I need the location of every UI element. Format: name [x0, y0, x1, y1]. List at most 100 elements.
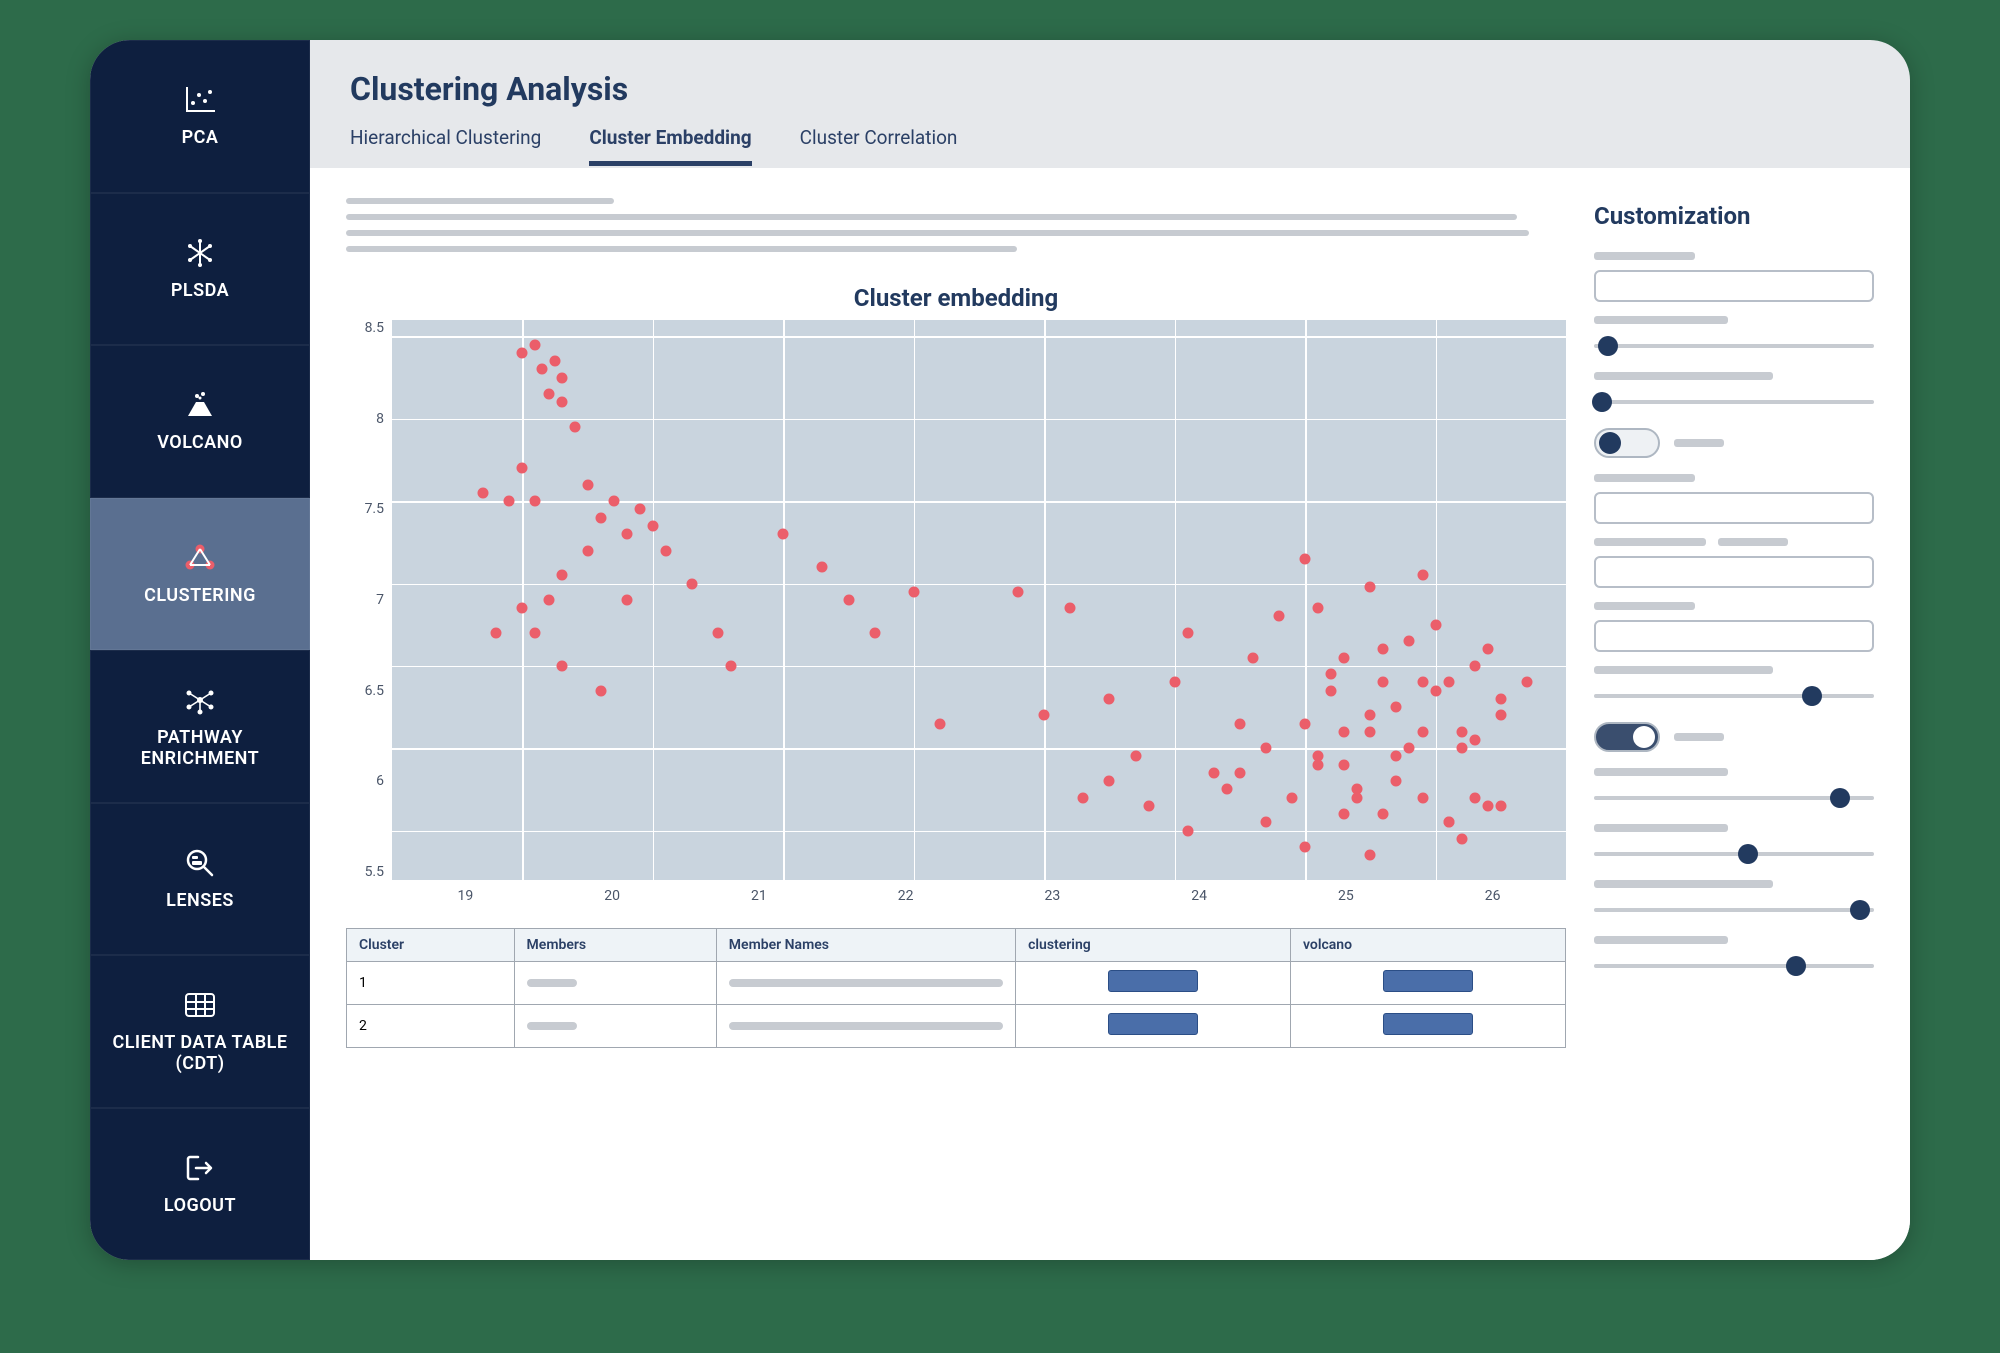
scatter-point[interactable]: [582, 479, 593, 490]
scatter-point[interactable]: [817, 562, 828, 573]
scatter-point[interactable]: [1456, 833, 1467, 844]
scatter-point[interactable]: [1365, 850, 1376, 861]
scatter-point[interactable]: [595, 512, 606, 523]
scatter-point[interactable]: [582, 545, 593, 556]
scatter-point[interactable]: [1326, 685, 1337, 696]
slider[interactable]: [1594, 842, 1874, 866]
scatter-point[interactable]: [530, 339, 541, 350]
scatter-point[interactable]: [1339, 726, 1350, 737]
scatter-point[interactable]: [517, 603, 528, 614]
plot-area[interactable]: [392, 320, 1566, 880]
scatter-point[interactable]: [1013, 586, 1024, 597]
scatter-point[interactable]: [1274, 611, 1285, 622]
scatter-point[interactable]: [556, 372, 567, 383]
scatter-point[interactable]: [1169, 677, 1180, 688]
slider[interactable]: [1594, 954, 1874, 978]
scatter-point[interactable]: [537, 364, 548, 375]
scatter-point[interactable]: [1365, 581, 1376, 592]
scatter-point[interactable]: [1208, 767, 1219, 778]
volcano-button[interactable]: [1383, 970, 1473, 992]
scatter-point[interactable]: [726, 660, 737, 671]
sidebar-item-pca[interactable]: PCA: [90, 40, 310, 193]
sidebar-item-logout[interactable]: LOGOUT: [90, 1108, 310, 1261]
text-input[interactable]: [1594, 270, 1874, 302]
scatter-point[interactable]: [1339, 809, 1350, 820]
scatter-point[interactable]: [1065, 603, 1076, 614]
scatter-point[interactable]: [569, 422, 580, 433]
scatter-point[interactable]: [1521, 677, 1532, 688]
tab-cluster-correlation[interactable]: Cluster Correlation: [800, 126, 958, 166]
toggle-switch[interactable]: [1594, 722, 1660, 752]
toggle-switch[interactable]: [1594, 428, 1660, 458]
scatter-point[interactable]: [1365, 710, 1376, 721]
scatter-point[interactable]: [778, 529, 789, 540]
sidebar-item-lenses[interactable]: LENSES: [90, 803, 310, 956]
scatter-point[interactable]: [1287, 792, 1298, 803]
sidebar-item-volcano[interactable]: VOLCANO: [90, 345, 310, 498]
scatter-point[interactable]: [543, 389, 554, 400]
scatter-point[interactable]: [1234, 718, 1245, 729]
scatter-point[interactable]: [1104, 693, 1115, 704]
scatter-point[interactable]: [1182, 627, 1193, 638]
scatter-point[interactable]: [1313, 751, 1324, 762]
volcano-button[interactable]: [1383, 1013, 1473, 1035]
scatter-point[interactable]: [869, 627, 880, 638]
slider[interactable]: [1594, 390, 1874, 414]
scatter-point[interactable]: [1300, 718, 1311, 729]
scatter-point[interactable]: [634, 504, 645, 515]
scatter-point[interactable]: [1443, 817, 1454, 828]
scatter-point[interactable]: [1391, 751, 1402, 762]
scatter-point[interactable]: [1339, 652, 1350, 663]
scatter-point[interactable]: [1234, 767, 1245, 778]
scatter-point[interactable]: [1104, 776, 1115, 787]
scatter-point[interactable]: [1221, 784, 1232, 795]
scatter-point[interactable]: [1391, 776, 1402, 787]
sidebar-item-client-data-table-cdt-[interactable]: CLIENT DATA TABLE (CDT): [90, 955, 310, 1108]
scatter-point[interactable]: [1443, 677, 1454, 688]
scatter-point[interactable]: [1339, 759, 1350, 770]
scatter-point[interactable]: [556, 570, 567, 581]
scatter-point[interactable]: [550, 356, 561, 367]
scatter-point[interactable]: [908, 586, 919, 597]
scatter-point[interactable]: [1417, 792, 1428, 803]
scatter-point[interactable]: [517, 463, 528, 474]
slider[interactable]: [1594, 684, 1874, 708]
scatter-point[interactable]: [1313, 603, 1324, 614]
scatter-point[interactable]: [1326, 669, 1337, 680]
slider[interactable]: [1594, 786, 1874, 810]
clustering-button[interactable]: [1108, 1013, 1198, 1035]
sidebar-item-plsda[interactable]: PLSDA: [90, 193, 310, 346]
scatter-point[interactable]: [1495, 710, 1506, 721]
scatter-point[interactable]: [530, 496, 541, 507]
scatter-point[interactable]: [1352, 792, 1363, 803]
scatter-point[interactable]: [1378, 677, 1389, 688]
scatter-point[interactable]: [1456, 726, 1467, 737]
scatter-point[interactable]: [1182, 825, 1193, 836]
scatter-point[interactable]: [556, 660, 567, 671]
scatter-point[interactable]: [1456, 743, 1467, 754]
scatter-point[interactable]: [1482, 644, 1493, 655]
scatter-point[interactable]: [1417, 726, 1428, 737]
scatter-point[interactable]: [1378, 644, 1389, 655]
scatter-point[interactable]: [1404, 636, 1415, 647]
scatter-point[interactable]: [1482, 800, 1493, 811]
scatter-point[interactable]: [504, 496, 515, 507]
scatter-point[interactable]: [543, 595, 554, 606]
text-input[interactable]: [1594, 556, 1874, 588]
scatter-point[interactable]: [934, 718, 945, 729]
scatter-point[interactable]: [713, 627, 724, 638]
scatter-point[interactable]: [1495, 693, 1506, 704]
scatter-point[interactable]: [556, 397, 567, 408]
scatter-point[interactable]: [1430, 685, 1441, 696]
scatter-point[interactable]: [1469, 660, 1480, 671]
scatter-point[interactable]: [530, 627, 541, 638]
scatter-point[interactable]: [1247, 652, 1258, 663]
slider[interactable]: [1594, 898, 1874, 922]
scatter-point[interactable]: [608, 496, 619, 507]
scatter-point[interactable]: [1300, 842, 1311, 853]
text-input[interactable]: [1594, 620, 1874, 652]
scatter-point[interactable]: [1417, 570, 1428, 581]
tab-hierarchical-clustering[interactable]: Hierarchical Clustering: [350, 126, 541, 166]
scatter-point[interactable]: [1495, 800, 1506, 811]
scatter-point[interactable]: [1078, 792, 1089, 803]
